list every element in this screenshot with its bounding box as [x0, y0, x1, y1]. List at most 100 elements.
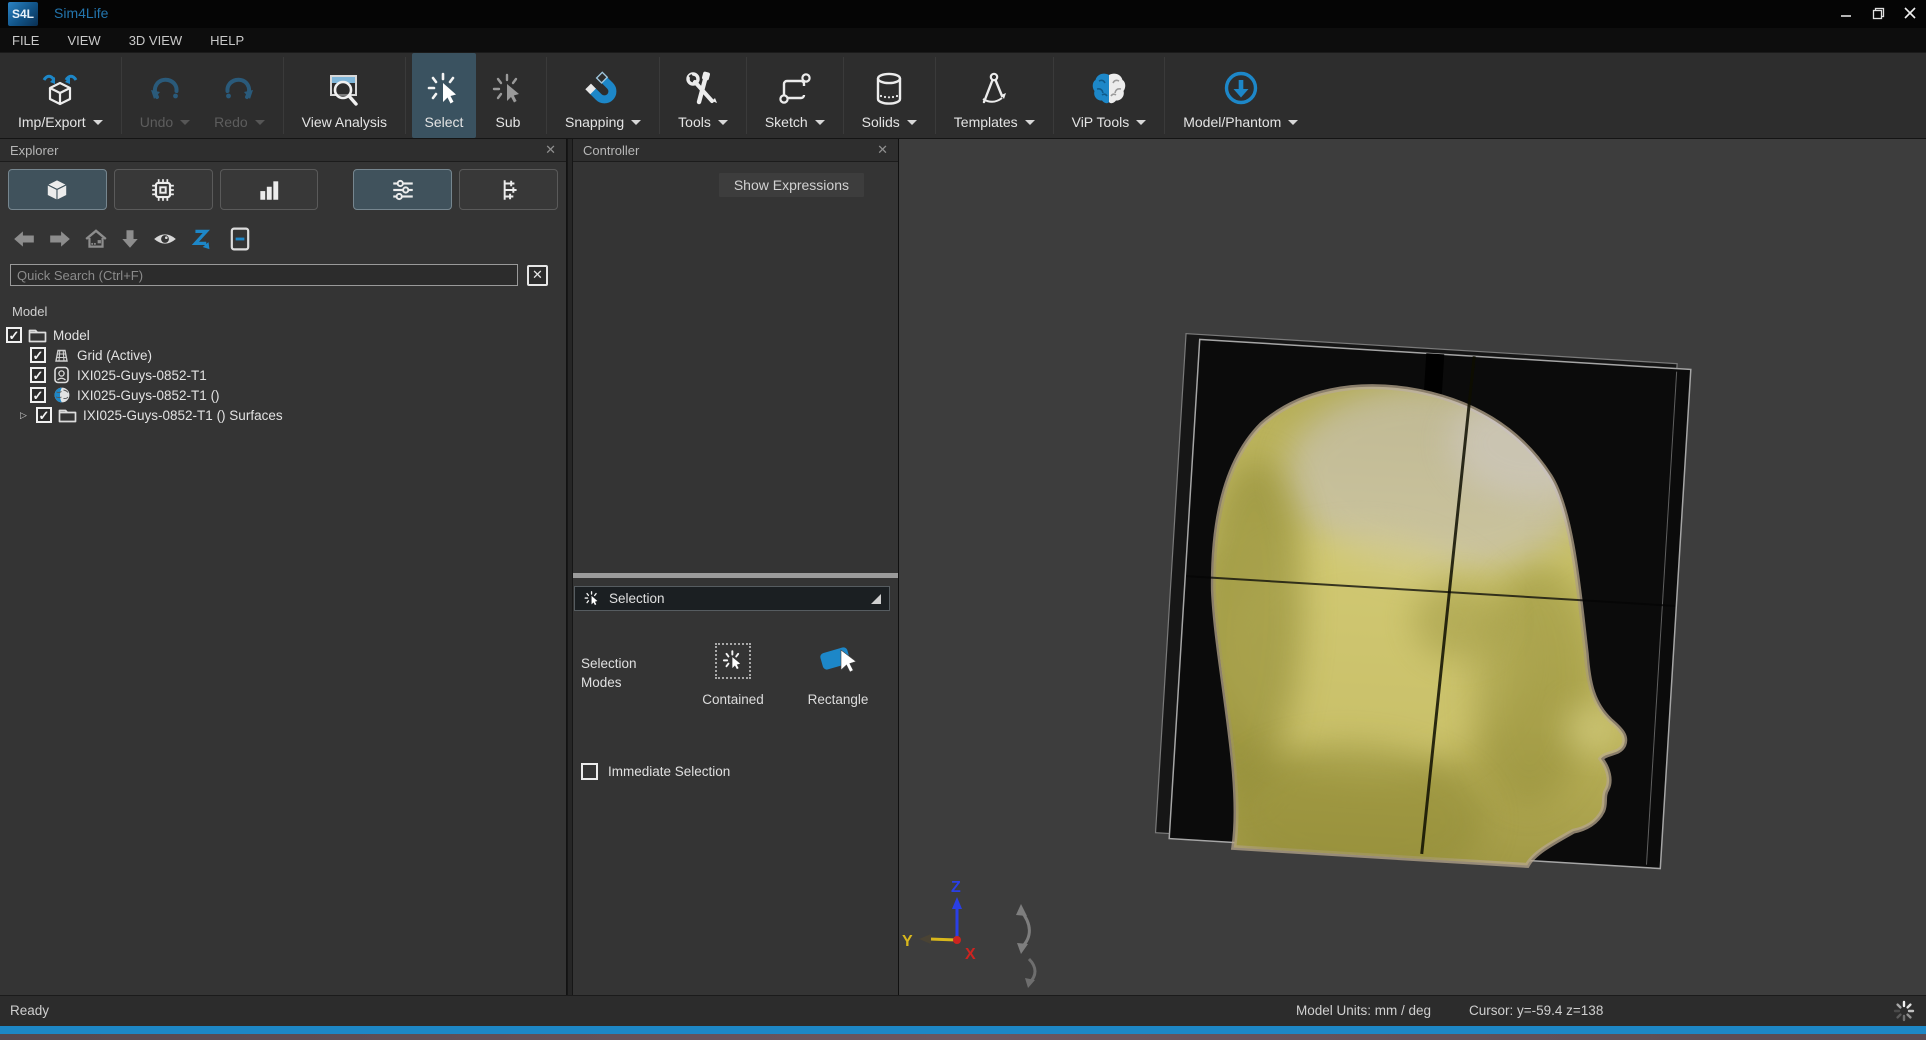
tree-icon	[496, 177, 522, 203]
toolbar-imp-export[interactable]: Imp/Export	[6, 53, 115, 138]
expand-arrow-icon[interactable]: ▷	[20, 410, 30, 421]
download-circle-icon	[1219, 66, 1263, 114]
slice-box	[1153, 334, 1691, 904]
selection-section-header[interactable]: Selection	[574, 586, 890, 611]
checkbox[interactable]: ✓	[30, 347, 46, 363]
toolbar-model-phantom[interactable]: Model/Phantom	[1171, 53, 1310, 138]
menu-file[interactable]: FILE	[12, 33, 39, 48]
search-input[interactable]	[10, 264, 518, 286]
tree-row-surfaces[interactable]: ▷ ✓ IXI025-Guys-0852-T1 () Surfaces	[6, 405, 566, 425]
mode-contained[interactable]: Contained	[685, 639, 781, 707]
head-scan-icon	[52, 366, 71, 385]
maximize-button[interactable]	[1862, 0, 1894, 26]
import-export-icon	[39, 66, 81, 114]
tree-row-volume[interactable]: ✓ IXI025-Guys-0852-T1 ()	[6, 385, 566, 405]
tab-hierarchy[interactable]	[459, 169, 558, 210]
tree-group-label: Model	[0, 290, 566, 325]
clear-search-button[interactable]: ✕	[527, 265, 548, 286]
home-icon[interactable]	[84, 228, 108, 250]
folder-icon	[28, 326, 47, 345]
eye-icon[interactable]	[152, 228, 178, 250]
checkbox[interactable]: ✓	[30, 387, 46, 403]
toolbar-templates[interactable]: Templates	[942, 53, 1047, 138]
toolbar-sub[interactable]: Sub	[476, 53, 540, 138]
main-toolbar: Imp/Export Undo	[0, 52, 1926, 139]
toolbar-label: Snapping	[565, 114, 624, 130]
tree-label: IXI025-Guys-0852-T1 () Surfaces	[83, 408, 283, 423]
status-model-units: Model Units: mm / deg	[1296, 1003, 1431, 1018]
tree-row-grid[interactable]: ✓ Grid (Active)	[6, 345, 566, 365]
chip-icon	[150, 177, 176, 203]
show-expressions-button[interactable]: Show Expressions	[719, 173, 864, 197]
tab-properties[interactable]	[353, 169, 452, 210]
mode-rectangle[interactable]: Rectangle	[790, 639, 886, 707]
checkbox[interactable]: ✓	[6, 327, 22, 343]
tab-model[interactable]	[8, 169, 107, 210]
toolbar-undo[interactable]: Undo	[128, 53, 202, 138]
magnet-icon	[582, 66, 624, 114]
toolbar-sketch[interactable]: Sketch	[753, 53, 837, 138]
forward-arrow-icon[interactable]	[48, 228, 72, 250]
collapse-corner-icon	[871, 594, 881, 604]
toolbar-label: Tools	[678, 114, 711, 130]
bar-chart-icon	[256, 177, 282, 203]
toolbar-snapping[interactable]: Snapping	[553, 53, 653, 138]
close-icon	[1904, 7, 1916, 19]
minimize-button[interactable]	[1830, 0, 1862, 26]
tree-row-model[interactable]: ✓ Model	[6, 325, 566, 345]
menu-3d-view[interactable]: 3D VIEW	[129, 33, 182, 48]
tree-label: Grid (Active)	[77, 348, 152, 363]
toolbar-solids[interactable]: Solids	[850, 53, 929, 138]
checkmark-icon: ✓	[9, 329, 20, 342]
back-arrow-icon[interactable]	[12, 228, 36, 250]
menu-help[interactable]: HELP	[210, 33, 244, 48]
axis-y-label: Y	[902, 933, 913, 950]
dropdown-caret-icon	[180, 120, 190, 130]
dropdown-caret-icon	[718, 120, 728, 130]
collapse-all-icon[interactable]	[228, 227, 252, 251]
immediate-selection-row[interactable]: Immediate Selection	[581, 763, 730, 780]
contained-select-icon	[715, 643, 751, 679]
mode-label: Contained	[685, 692, 781, 707]
explorer-close-icon[interactable]: ✕	[545, 142, 556, 158]
controller-splitter[interactable]	[573, 573, 898, 578]
toolbar-label: View Analysis	[302, 114, 387, 130]
toolbar-tools[interactable]: Tools	[666, 53, 740, 138]
controller-title-bar: Controller ✕	[573, 139, 898, 162]
busy-spinner-icon	[1893, 1000, 1915, 1025]
clear-icon: ✕	[532, 267, 543, 283]
explorer-tabs	[0, 162, 566, 218]
status-cursor-coords: Cursor: y=-59.4 z=138	[1469, 1003, 1603, 1018]
toolbar-select[interactable]: Select	[412, 53, 476, 138]
selection-modes-label: Selection Modes	[581, 654, 659, 692]
toolbar-label: Sub	[496, 114, 521, 130]
menu-view[interactable]: VIEW	[67, 33, 100, 48]
select-cursor-icon	[583, 590, 601, 608]
dropdown-caret-icon	[815, 120, 825, 130]
sort-z-icon[interactable]	[190, 227, 216, 251]
tab-analysis[interactable]	[220, 169, 319, 210]
controller-title: Controller	[583, 143, 639, 158]
toolbar-label: Undo	[140, 114, 173, 130]
close-button[interactable]	[1894, 0, 1926, 26]
tree-row-image[interactable]: ✓ IXI025-Guys-0852-T1	[6, 365, 566, 385]
toolbar-vip-tools[interactable]: ViP Tools	[1060, 53, 1159, 138]
axis-z-label: Z	[951, 879, 961, 896]
tree-label: IXI025-Guys-0852-T1	[77, 368, 207, 383]
checkbox[interactable]: ✓	[30, 367, 46, 383]
controller-close-icon[interactable]: ✕	[877, 142, 888, 158]
toolbar-label: Templates	[954, 114, 1018, 130]
title-bar: S4L Sim4Life	[0, 0, 1926, 28]
toolbar-view-analysis[interactable]: View Analysis	[290, 53, 399, 138]
viewport-3d[interactable]: Z Y X	[899, 139, 1926, 995]
immediate-selection-checkbox[interactable]	[581, 763, 598, 780]
tab-simulation[interactable]	[114, 169, 213, 210]
dropdown-caret-icon	[1025, 120, 1035, 130]
toolbar-label: Sketch	[765, 114, 808, 130]
progress-stripe	[0, 1026, 1926, 1034]
sliders-icon	[390, 177, 416, 203]
model-tree: ✓ Model ✓ Grid (Active)	[0, 325, 566, 425]
toolbar-redo[interactable]: Redo	[202, 53, 276, 138]
down-arrow-icon[interactable]	[120, 228, 140, 250]
checkbox[interactable]: ✓	[36, 407, 52, 423]
